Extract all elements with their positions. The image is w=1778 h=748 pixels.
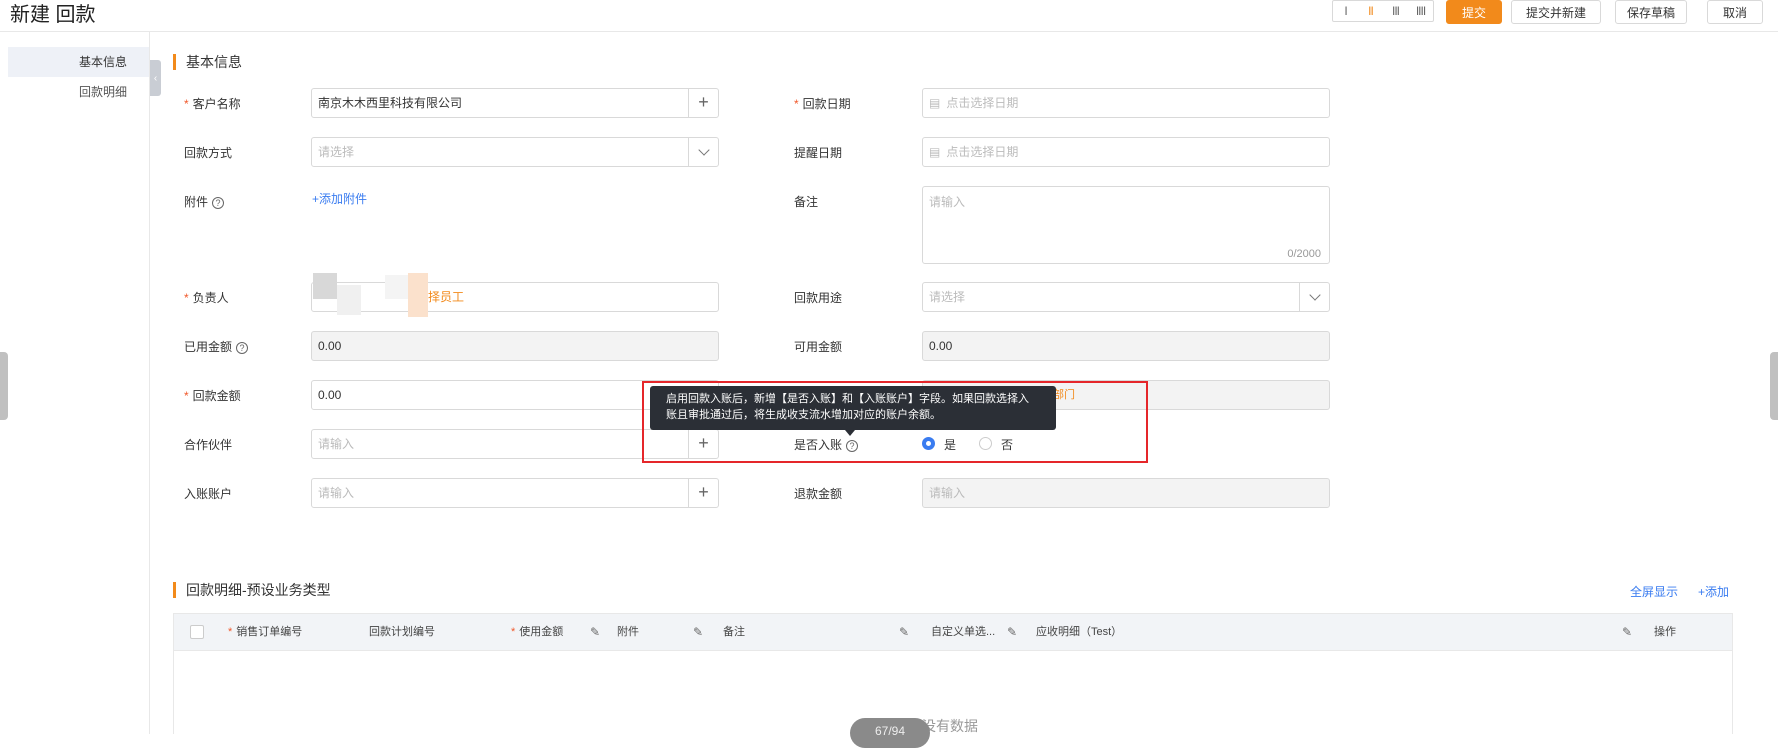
account-field[interactable]: 请输入 + — [311, 478, 719, 508]
sidebar-item-payment-detail[interactable]: 回款明细 — [8, 77, 149, 107]
edit-icon[interactable]: ✎ — [1622, 614, 1632, 650]
section-title-basic: 基本信息 — [173, 54, 242, 70]
col-attachment[interactable]: 附件 ✎ — [617, 614, 703, 650]
used-amount-field: 0.00 — [311, 331, 719, 361]
section-title-detail: 回款明细-预设业务类型 — [173, 582, 331, 598]
remark-textarea[interactable]: 请输入 0/2000 — [922, 186, 1330, 264]
side-nav: 基本信息 回款明细 — [0, 32, 150, 734]
select-all-checkbox[interactable] — [190, 625, 204, 639]
layout-3-col[interactable]: III — [1383, 1, 1408, 21]
page-title: 新建 回款 — [10, 4, 96, 26]
edit-icon[interactable]: ✎ — [1007, 614, 1017, 650]
submit-button[interactable]: 提交 — [1446, 0, 1502, 24]
refund-amount-field: 请输入 — [922, 478, 1330, 508]
remind-date-field[interactable]: ▤ 点击选择日期 — [922, 137, 1330, 167]
empty-text: 没有数据 — [922, 718, 978, 734]
customer-field[interactable]: 南京木木西里科技有限公司 + — [311, 88, 719, 118]
help-icon[interactable]: ? — [212, 196, 225, 209]
used-amount-label: 已用金额? — [184, 338, 249, 355]
pay-date-label: * 回款日期 — [794, 97, 851, 111]
remark-counter: 0/2000 — [1287, 248, 1321, 260]
layout-4-col[interactable]: IIII — [1408, 1, 1433, 21]
col-plan-no[interactable]: 回款计划编号 — [369, 614, 435, 650]
customer-label: * 客户名称 — [184, 97, 241, 111]
col-receivable[interactable]: 应收明细（Test） ✎ — [1036, 614, 1632, 650]
page-header: 新建 回款 I II III IIII 提交 提交并新建 保存草稿 取消 — [0, 0, 1778, 32]
available-amount-field: 0.00 — [922, 331, 1330, 361]
available-amount-label: 可用金额 — [794, 340, 843, 354]
fullscreen-link[interactable]: 全屏显示 — [1630, 583, 1678, 600]
pay-date-field[interactable]: ▤ 点击选择日期 — [922, 88, 1330, 118]
avatar-blur — [337, 285, 361, 315]
col-custom-select[interactable]: 自定义单选... ✎ — [931, 614, 1017, 650]
add-attachment-link[interactable]: +添加附件 — [312, 190, 367, 207]
customer-value: 南京木木西里科技有限公司 — [318, 96, 463, 110]
avatar-blur — [385, 275, 409, 299]
chevron-down-icon[interactable] — [688, 138, 718, 166]
owner-label: * 负责人 — [184, 291, 229, 305]
plus-icon[interactable]: + — [688, 89, 718, 117]
remark-label: 备注 — [794, 195, 819, 209]
col-sales-order[interactable]: * 销售订单编号 — [228, 614, 302, 650]
owner-field[interactable]: 择员工 — [311, 282, 719, 312]
help-icon[interactable]: ? — [236, 341, 249, 354]
owner-value: 择员工 — [428, 290, 465, 304]
pager-indicator: 67/94 — [850, 718, 930, 748]
avatar-blur — [313, 273, 337, 299]
pay-method-select[interactable]: 请选择 — [311, 137, 719, 167]
layout-2-col[interactable]: II — [1358, 1, 1383, 21]
table-header: * 销售订单编号 回款计划编号 * 使用金额 ✎ 附件 ✎ 备注 ✎ 自定义单选... ✎ … — [173, 613, 1733, 651]
pay-amount-label: * 回款金额 — [184, 389, 241, 403]
column-layout-switch[interactable]: I II III IIII — [1332, 0, 1434, 22]
col-action: 操作 — [1654, 626, 1676, 638]
save-draft-button[interactable]: 保存草稿 — [1615, 0, 1687, 24]
purpose-select[interactable]: 请选择 — [922, 282, 1330, 312]
refund-amount-label: 退款金额 — [794, 487, 843, 501]
avatar-blur — [408, 273, 428, 317]
partner-label: 合作伙伴 — [184, 438, 233, 452]
layout-1-col[interactable]: I — [1333, 1, 1358, 21]
add-row-link[interactable]: +添加 — [1698, 583, 1729, 600]
purpose-label: 回款用途 — [794, 291, 843, 305]
submit-and-new-button[interactable]: 提交并新建 — [1511, 0, 1601, 24]
left-edge-handle[interactable] — [0, 352, 8, 420]
calendar-icon: ▤ — [929, 96, 941, 110]
edit-icon[interactable]: ✎ — [590, 614, 600, 650]
chevron-left-icon[interactable]: ‹ — [150, 60, 161, 96]
chevron-down-icon[interactable] — [1299, 283, 1329, 311]
cancel-button[interactable]: 取消 — [1707, 0, 1763, 24]
col-used-amount[interactable]: * 使用金额 ✎ — [511, 614, 600, 650]
sidebar-item-basic-info[interactable]: 基本信息 — [8, 47, 149, 77]
col-remark[interactable]: 备注 ✎ — [723, 614, 909, 650]
edit-icon[interactable]: ✎ — [899, 614, 909, 650]
account-label: 入账账户 — [184, 487, 233, 501]
pay-method-label: 回款方式 — [184, 146, 233, 160]
calendar-icon: ▤ — [929, 145, 941, 159]
plus-icon[interactable]: + — [688, 479, 718, 507]
remind-date-label: 提醒日期 — [794, 146, 843, 160]
highlight-box — [642, 381, 1148, 463]
edit-icon[interactable]: ✎ — [693, 614, 703, 650]
attachment-label: 附件? — [184, 193, 225, 210]
right-edge-handle[interactable] — [1770, 352, 1778, 420]
